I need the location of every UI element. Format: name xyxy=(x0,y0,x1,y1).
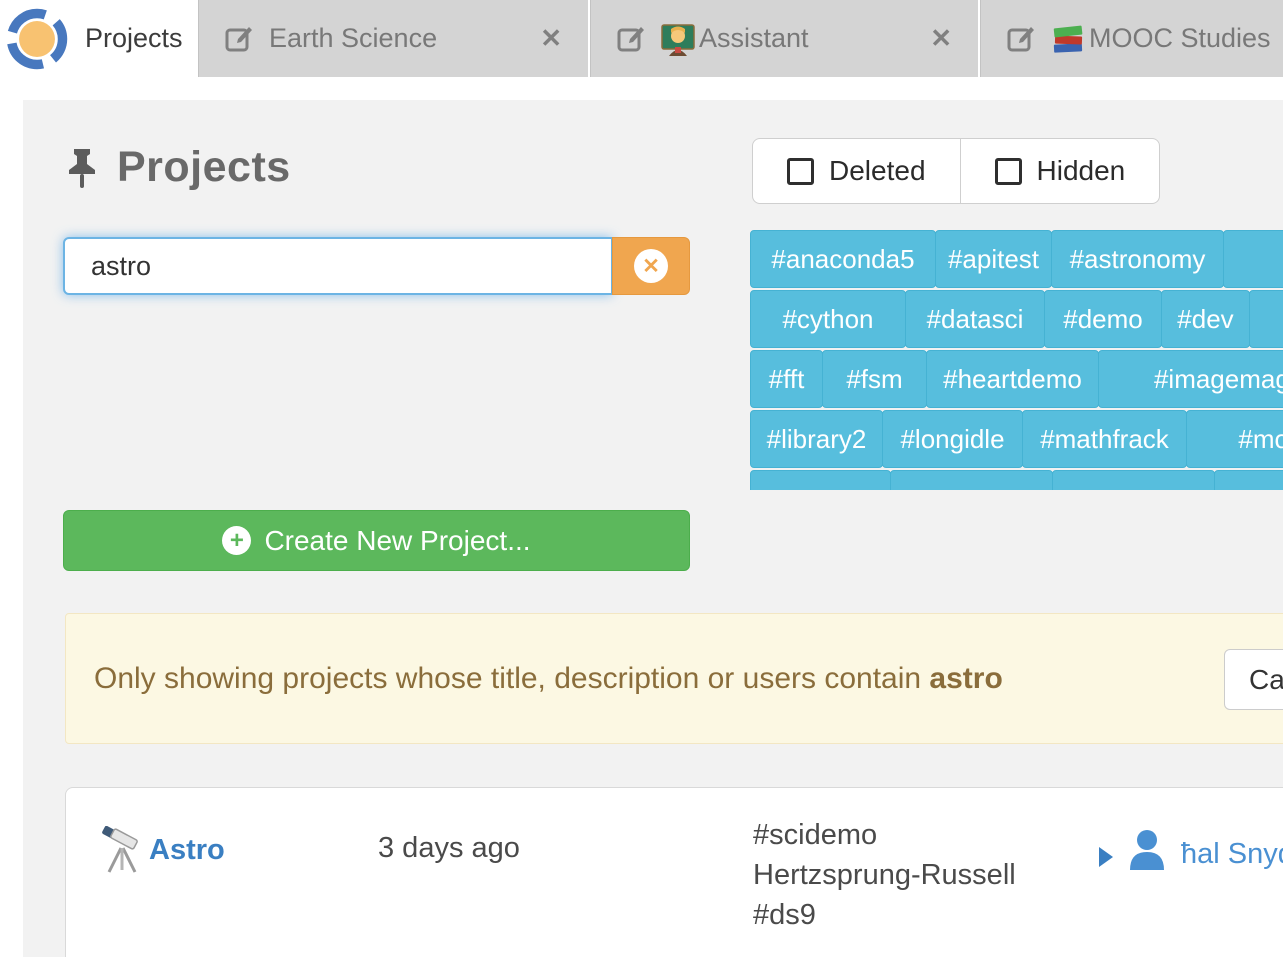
hashtag-button[interactable]: #library2 xyxy=(750,410,883,468)
page-heading: Projects xyxy=(63,143,291,192)
plus-circle-icon: + xyxy=(222,526,251,555)
hashtag-button-clipped[interactable] xyxy=(1052,470,1215,490)
hashtag-button[interactable]: #imagemagick7 xyxy=(1098,350,1283,408)
hashtag-row: #fft #fsm #heartdemo #imagemagick7 xyxy=(750,350,1283,408)
user-icon xyxy=(1126,828,1168,870)
cancel-filter-label: Cancel xyxy=(1249,664,1283,696)
hashtag-button-clipped[interactable] xyxy=(890,470,1053,490)
teacher-icon xyxy=(661,22,695,56)
tab-mooc-studies-label: MOOC Studies xyxy=(1089,23,1271,54)
hashtag-button[interactable]: #anaconda5 xyxy=(750,230,936,288)
alert-search-term: astro xyxy=(929,662,1002,695)
hashtag-button[interactable]: #mathfrack xyxy=(1022,410,1187,468)
project-description-line: #ds9 xyxy=(753,895,1016,935)
hashtag-button[interactable]: #astronomy xyxy=(1051,230,1224,288)
close-icon[interactable]: ✕ xyxy=(540,23,562,54)
hashtag-button[interactable]: #fsm xyxy=(822,350,927,408)
project-description: #scidemo Hertzsprung-Russell #ds9 xyxy=(753,815,1016,935)
project-title-cell: Astro xyxy=(101,826,225,874)
times-circle-icon: ✕ xyxy=(634,249,668,283)
project-user-name[interactable]: ħal Snyder xyxy=(1181,838,1283,871)
tab-earth-science[interactable]: Earth Science ✕ xyxy=(198,0,588,77)
hashtag-button[interactable]: #heartdemo xyxy=(926,350,1099,408)
hashtag-row: #cython #datasci #demo #dev #do xyxy=(750,290,1283,348)
telescope-icon xyxy=(101,826,145,874)
project-description-line: #scidemo xyxy=(753,815,1016,855)
hashtag-row xyxy=(750,470,1283,490)
hidden-filter-button[interactable]: Hidden xyxy=(961,138,1161,204)
cancel-filter-button[interactable]: Cancel xyxy=(1224,649,1283,710)
tab-projects[interactable]: Projects xyxy=(85,0,183,77)
checkbox-unchecked-icon xyxy=(787,158,814,185)
hashtag-row: #library2 #longidle #mathfrack #monitor xyxy=(750,410,1283,468)
project-search-input[interactable] xyxy=(63,237,612,295)
hashtag-button[interactable]: #demo xyxy=(1044,290,1162,348)
project-description-line: Hertzsprung-Russell xyxy=(753,855,1016,895)
tab-assistant-label: Assistant xyxy=(699,23,809,54)
create-new-project-button[interactable]: + Create New Project... xyxy=(63,510,690,571)
project-title-link[interactable]: Astro xyxy=(149,834,225,867)
hashtag-cloud: #anaconda5 #apitest #astronomy #ast #cyt… xyxy=(750,230,1283,490)
hashtag-button[interactable]: #fft xyxy=(750,350,823,408)
caret-right-icon[interactable] xyxy=(1099,847,1113,867)
edit-icon[interactable] xyxy=(225,25,253,53)
tab-mooc-studies[interactable]: MOOC Studies ✕ xyxy=(980,0,1283,77)
clear-search-button[interactable]: ✕ xyxy=(612,237,690,295)
filter-button-group: Deleted Hidden xyxy=(752,138,1160,204)
app-logo-icon[interactable] xyxy=(3,5,71,73)
books-icon xyxy=(1051,22,1085,56)
deleted-filter-label: Deleted xyxy=(829,155,926,187)
hashtag-button[interactable]: #datasci xyxy=(905,290,1045,348)
edit-icon[interactable] xyxy=(1007,25,1035,53)
alert-message-prefix: Only showing projects whose title, descr… xyxy=(94,662,929,695)
hashtag-button[interactable]: #dev xyxy=(1161,290,1250,348)
hashtag-button[interactable]: #longidle xyxy=(882,410,1023,468)
thumbtack-icon xyxy=(63,147,101,189)
hashtag-button[interactable]: #ast xyxy=(1223,230,1283,288)
tab-assistant[interactable]: Assistant ✕ xyxy=(590,0,978,77)
project-row[interactable]: Astro 3 days ago #scidemo Hertzsprung-Ru… xyxy=(65,787,1283,957)
tab-earth-science-label: Earth Science xyxy=(269,23,437,54)
hashtag-button-clipped[interactable] xyxy=(1214,470,1283,490)
alert-message: Only showing projects whose title, descr… xyxy=(94,662,1003,696)
search-filter-alert: Only showing projects whose title, descr… xyxy=(65,613,1283,744)
close-icon[interactable]: ✕ xyxy=(930,23,952,54)
tab-projects-label: Projects xyxy=(85,23,183,54)
tab-bar: Projects Earth Science ✕ Assistant ✕ xyxy=(0,0,1283,77)
hashtag-button-clipped[interactable] xyxy=(750,470,891,490)
hashtag-row: #anaconda5 #apitest #astronomy #ast xyxy=(750,230,1283,288)
hidden-filter-label: Hidden xyxy=(1037,155,1126,187)
project-age: 3 days ago xyxy=(378,832,520,865)
checkbox-unchecked-icon xyxy=(995,158,1022,185)
hashtag-button[interactable]: #apitest xyxy=(935,230,1052,288)
page-title: Projects xyxy=(117,143,291,192)
hashtag-button[interactable]: #cython xyxy=(750,290,906,348)
hashtag-button[interactable]: #monitor xyxy=(1186,410,1283,468)
edit-icon[interactable] xyxy=(617,25,645,53)
create-new-project-label: Create New Project... xyxy=(264,525,530,557)
hashtag-button[interactable]: #do xyxy=(1249,290,1283,348)
deleted-filter-button[interactable]: Deleted xyxy=(752,138,961,204)
